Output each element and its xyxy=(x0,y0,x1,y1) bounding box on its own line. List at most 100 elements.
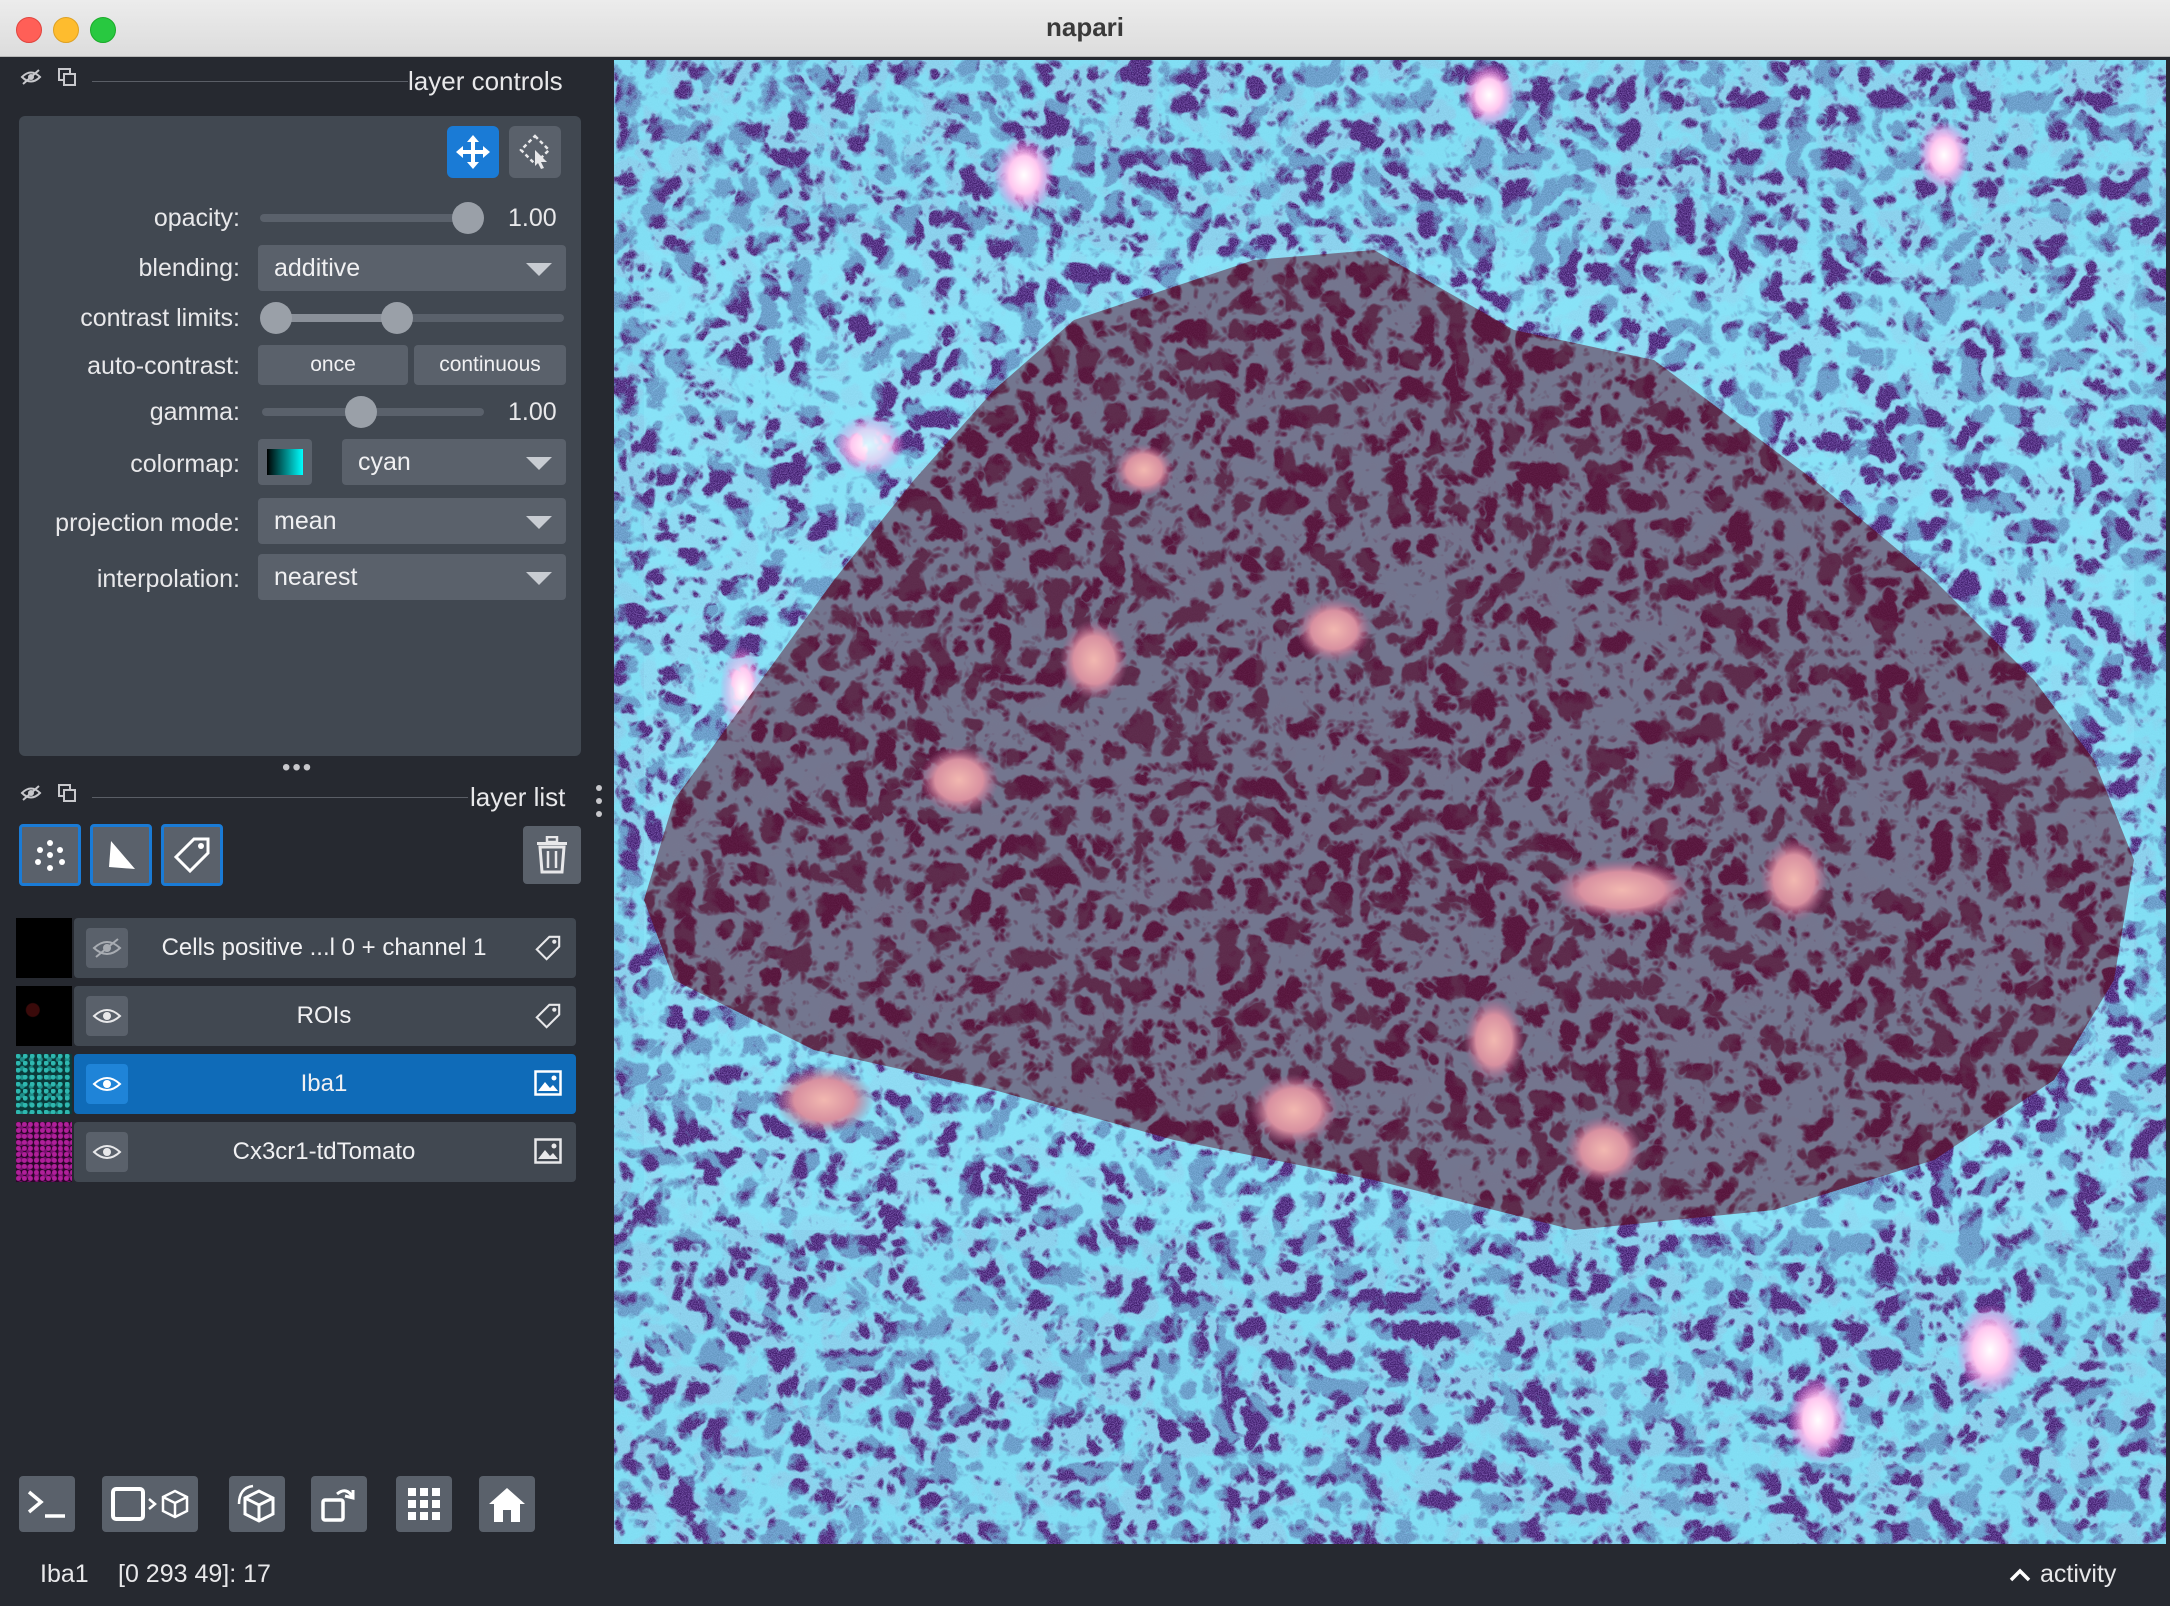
status-coordinates: [0 293 49]: 17 xyxy=(118,1560,271,1588)
select-transform-icon xyxy=(519,134,551,169)
viewer-canvas[interactable] xyxy=(614,60,2166,1544)
activity-button[interactable]: activity xyxy=(2008,1560,2116,1589)
float-panel-icon[interactable] xyxy=(58,68,76,92)
layer-item[interactable]: Iba1 xyxy=(74,1054,576,1114)
layer-controls-header: layer controls xyxy=(18,60,578,100)
grid-icon xyxy=(408,1488,440,1520)
hide-panel-icon[interactable] xyxy=(20,68,42,92)
opacity-slider-handle[interactable] xyxy=(452,202,484,234)
projection-mode-label: projection mode: xyxy=(55,509,240,537)
layer-thumbnail xyxy=(16,1054,72,1114)
colormap-swatch xyxy=(267,449,303,475)
gamma-label: gamma: xyxy=(149,398,240,426)
eye-hidden-icon xyxy=(92,938,122,958)
blending-dropdown[interactable]: additive xyxy=(258,245,566,291)
eye-icon xyxy=(92,1009,122,1023)
shapes-icon xyxy=(109,841,135,869)
opacity-slider-track[interactable] xyxy=(260,214,482,222)
delete-layer-button[interactable] xyxy=(523,826,581,884)
layer-list-header: layer list xyxy=(18,776,578,816)
layer-controls-title: layer controls xyxy=(408,66,563,96)
layer-list-title: layer list xyxy=(470,782,566,812)
projection-mode-dropdown[interactable]: mean xyxy=(258,498,566,544)
roll-cube-icon xyxy=(237,1484,275,1523)
new-shapes-layer-button[interactable] xyxy=(90,824,152,886)
layer-controls-panel xyxy=(19,116,581,756)
auto-contrast-continuous-button[interactable]: continuous xyxy=(414,345,566,385)
divider xyxy=(92,797,468,798)
chevron-up-icon xyxy=(2009,1568,2031,1581)
opacity-value: 1.00 xyxy=(508,204,557,232)
gamma-slider-handle[interactable] xyxy=(345,396,377,428)
layer-thumbnail xyxy=(16,918,72,978)
blending-value: additive xyxy=(274,254,361,282)
visibility-toggle[interactable] xyxy=(86,928,128,968)
window-title: napari xyxy=(1045,12,1125,42)
move-arrows-icon xyxy=(456,135,490,169)
new-points-layer-button[interactable] xyxy=(19,824,81,886)
colormap-preview[interactable] xyxy=(258,439,312,485)
auto-contrast-once-button[interactable]: once xyxy=(258,345,408,385)
layer-name: Cells positive ...l 0 + channel 1 xyxy=(161,934,487,961)
transform-mode-button[interactable] xyxy=(509,126,561,178)
image-icon xyxy=(534,1138,562,1169)
transpose-icon xyxy=(321,1489,355,1522)
status-layer-name: Iba1 xyxy=(40,1560,89,1588)
visibility-toggle[interactable] xyxy=(86,1132,128,1172)
layer-list-menu-icon[interactable] xyxy=(596,784,602,818)
layer-row[interactable]: Cx3cr1-tdTomato xyxy=(16,1122,576,1182)
transpose-dimensions-button[interactable] xyxy=(311,1476,367,1532)
colormap-dropdown[interactable]: cyan xyxy=(342,439,566,485)
layer-item[interactable]: Cx3cr1-tdTomato xyxy=(74,1122,576,1182)
colormap-value: cyan xyxy=(358,448,411,476)
layer-name: Iba1 xyxy=(300,1070,348,1097)
layer-row[interactable]: Cells positive ...l 0 + channel 1 xyxy=(16,918,576,978)
visibility-toggle[interactable] xyxy=(86,996,128,1036)
title-bar: napari xyxy=(0,0,2170,57)
microscopy-image xyxy=(614,60,2166,1544)
colormap-label: colormap: xyxy=(130,450,240,478)
layer-row[interactable]: ROIs xyxy=(16,986,576,1046)
layer-name: Cx3cr1-tdTomato xyxy=(232,1138,416,1165)
layer-row-selected[interactable]: Iba1 xyxy=(16,1054,576,1114)
label-tag-icon xyxy=(173,837,210,874)
interpolation-value: nearest xyxy=(274,563,358,591)
new-labels-layer-button[interactable] xyxy=(161,824,223,886)
layer-item[interactable]: ROIs xyxy=(74,986,576,1046)
contrast-limits-range xyxy=(278,314,398,322)
visibility-toggle[interactable] xyxy=(86,1064,128,1104)
label-tag-icon xyxy=(534,1002,562,1035)
grid-view-button[interactable] xyxy=(396,1476,452,1532)
interpolation-label: interpolation: xyxy=(96,565,240,593)
roll-dimensions-button[interactable] xyxy=(229,1476,285,1532)
blending-label: blending: xyxy=(138,254,240,282)
home-icon xyxy=(489,1488,525,1522)
layer-thumbnail xyxy=(16,1122,72,1182)
chevron-down-icon xyxy=(526,572,552,585)
hide-panel-icon[interactable] xyxy=(20,784,42,808)
points-icon xyxy=(35,840,65,871)
eye-icon xyxy=(92,1077,122,1091)
chevron-down-icon xyxy=(526,457,552,470)
layer-item[interactable]: Cells positive ...l 0 + channel 1 xyxy=(74,918,576,978)
toggle-ndisplay-button[interactable] xyxy=(102,1476,198,1532)
home-button[interactable] xyxy=(479,1476,535,1532)
chevron-down-icon xyxy=(526,516,552,529)
console-button[interactable] xyxy=(19,1476,75,1532)
terminal-icon xyxy=(27,1490,65,1518)
label-tag-icon xyxy=(534,934,562,967)
layer-name: ROIs xyxy=(296,1002,352,1029)
pan-zoom-mode-button[interactable] xyxy=(447,126,499,178)
image-icon xyxy=(534,1070,562,1101)
contrast-max-handle[interactable] xyxy=(381,302,413,334)
interpolation-dropdown[interactable]: nearest xyxy=(258,554,566,600)
opacity-label: opacity: xyxy=(153,204,240,232)
eye-icon xyxy=(92,1145,122,1159)
chevron-down-icon xyxy=(526,263,552,276)
contrast-min-handle[interactable] xyxy=(260,302,292,334)
contrast-limits-label: contrast limits: xyxy=(80,304,240,332)
activity-label: activity xyxy=(2040,1560,2117,1588)
layer-thumbnail xyxy=(16,986,72,1046)
2d-3d-toggle-icon xyxy=(111,1487,189,1521)
float-panel-icon[interactable] xyxy=(58,784,76,808)
